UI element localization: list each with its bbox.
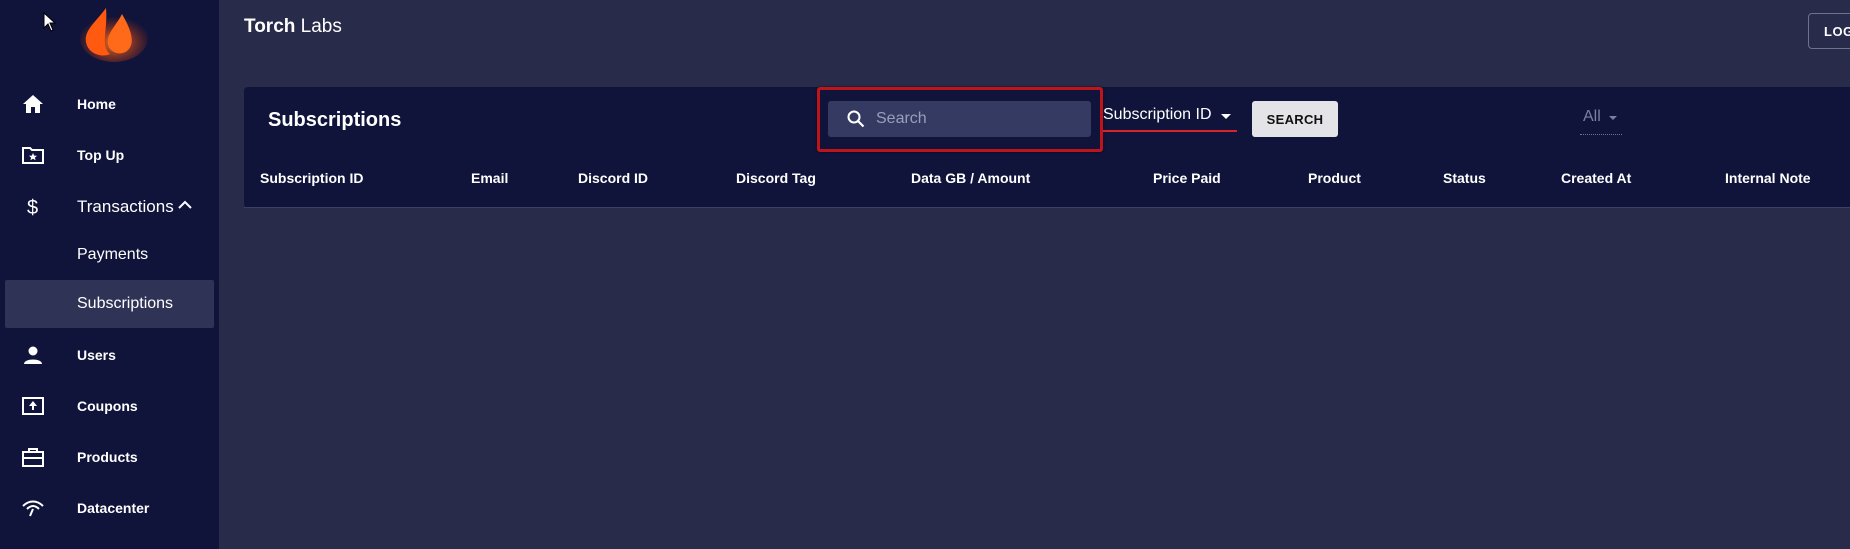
svg-text:$: $: [27, 197, 38, 218]
sidebar-item-users[interactable]: Users: [0, 331, 219, 379]
sidebar-item-home[interactable]: Home: [0, 80, 219, 128]
table-divider: [244, 207, 1850, 208]
sidebar-item-label: Datacenter: [77, 500, 150, 516]
column-header[interactable]: Created At: [1561, 170, 1631, 186]
page-title: Subscriptions: [268, 109, 402, 131]
column-header[interactable]: Subscription ID: [260, 170, 363, 186]
search-field[interactable]: [828, 101, 1091, 137]
table-header: Subscription ID Email Discord ID Discord…: [244, 169, 1850, 208]
upload-box-icon: [20, 393, 46, 419]
sidebar-item-coupons[interactable]: Coupons: [0, 382, 219, 430]
briefcase-icon: [20, 444, 46, 470]
sidebar: Home Top Up $ Transactions Payments Subs…: [0, 0, 219, 549]
sidebar-item-top-up[interactable]: Top Up: [0, 131, 219, 179]
column-header[interactable]: Email: [471, 170, 508, 186]
status-filter-select[interactable]: All: [1580, 108, 1622, 135]
search-field-select[interactable]: Subscription ID: [1103, 104, 1237, 132]
logout-button[interactable]: LOG: [1808, 13, 1850, 49]
column-header[interactable]: Status: [1443, 170, 1486, 186]
column-header[interactable]: Product: [1308, 170, 1361, 186]
sidebar-item-datacenter[interactable]: Datacenter: [0, 484, 219, 532]
column-header[interactable]: Data GB / Amount: [911, 170, 1030, 186]
chevron-up-icon[interactable]: [178, 197, 192, 215]
torch-logo[interactable]: [78, 2, 150, 62]
sidebar-item-label: Products: [77, 449, 138, 465]
mouse-cursor-icon: [43, 11, 57, 37]
home-icon: [20, 91, 46, 117]
caret-down-icon: [1609, 116, 1617, 120]
sidebar-item-label: Subscriptions: [77, 295, 174, 312]
brand-rest: Labs: [295, 16, 342, 37]
app-brand: Torch Labs: [244, 16, 342, 38]
brand-bold: Torch: [244, 16, 296, 37]
search-input[interactable]: [876, 101, 1081, 137]
search-button[interactable]: SEARCH: [1252, 101, 1338, 137]
folder-star-icon: [20, 142, 46, 168]
status-filter-value: All: [1583, 108, 1601, 125]
signal-icon: [20, 495, 46, 521]
sidebar-item-label: Users: [77, 347, 116, 363]
sidebar-item-products[interactable]: Products: [0, 433, 219, 481]
subscriptions-card: Subscriptions Subscription ID SEARCH All…: [244, 87, 1850, 208]
column-header[interactable]: Price Paid: [1153, 170, 1221, 186]
sidebar-item-label: Coupons: [77, 398, 138, 414]
person-icon: [20, 342, 46, 368]
sidebar-item-label: Top Up: [77, 147, 125, 163]
sidebar-item-subscriptions[interactable]: Subscriptions: [5, 280, 214, 328]
column-header[interactable]: Discord ID: [578, 170, 648, 186]
sidebar-item-label: Payments: [77, 246, 149, 263]
dollar-icon: $: [20, 194, 46, 220]
search-field-select-value: Subscription ID: [1103, 106, 1212, 123]
column-header[interactable]: Internal Note: [1725, 170, 1811, 186]
sidebar-item-transactions[interactable]: $ Transactions: [0, 183, 219, 231]
column-header[interactable]: Discord Tag: [736, 170, 816, 186]
sidebar-item-payments[interactable]: Payments: [0, 231, 219, 279]
sidebar-item-label: Transactions: [77, 197, 174, 216]
caret-down-icon: [1221, 114, 1231, 119]
search-icon: [847, 110, 865, 133]
sidebar-item-label: Home: [77, 96, 116, 112]
